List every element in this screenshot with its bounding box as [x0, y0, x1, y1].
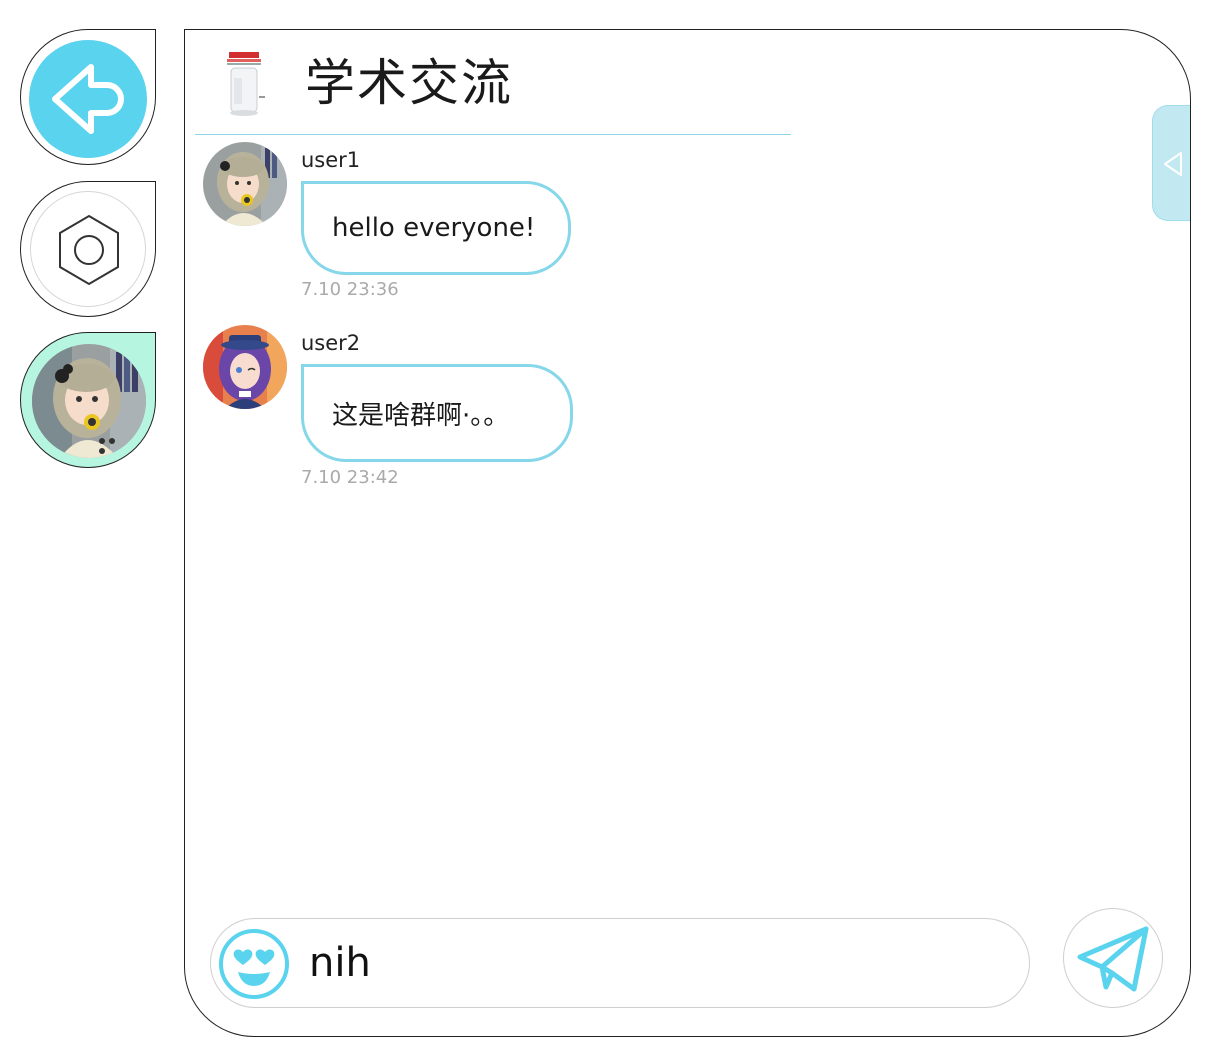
group-header: 学术交流 — [195, 30, 791, 135]
group-logo-image — [227, 52, 265, 116]
triangle-left-icon — [1164, 152, 1182, 176]
group-logo — [219, 52, 269, 118]
settings-button[interactable] — [20, 181, 156, 317]
message-bubble: hello everyone! — [301, 181, 571, 275]
send-button[interactable] — [1063, 908, 1163, 1008]
avatar[interactable] — [203, 142, 287, 226]
message-timestamp: 7.10 23:36 — [301, 279, 399, 300]
message-username: user2 — [301, 331, 361, 355]
chat-panel: 学术交流 user1 hello everyone! 7.10 23:36 us… — [184, 29, 1191, 1037]
side-panel-toggle[interactable] — [1152, 105, 1190, 221]
avatar[interactable] — [203, 325, 287, 409]
chat-app: 学术交流 user1 hello everyone! 7.10 23:36 us… — [0, 0, 1216, 1057]
avatar-image — [203, 142, 287, 226]
message-timestamp: 7.10 23:42 — [301, 467, 399, 488]
back-button[interactable] — [20, 29, 156, 165]
back-button-circle — [29, 40, 147, 158]
avatar — [32, 344, 146, 458]
hexagon-nut-icon — [59, 214, 119, 286]
group-title: 学术交流 — [305, 54, 513, 112]
message-bubble: 这是啥群啊·。。 — [301, 364, 573, 462]
message-username: user1 — [301, 148, 361, 172]
emoji-button[interactable] — [218, 928, 290, 1000]
settings-ring — [30, 191, 146, 307]
message-input[interactable] — [309, 933, 999, 993]
heart-eyes-emoji-icon — [219, 929, 289, 999]
avatar-image — [32, 344, 146, 458]
avatar-image — [203, 325, 287, 409]
profile-button[interactable] — [20, 332, 156, 468]
paper-plane-icon — [1077, 926, 1149, 992]
arrow-left-icon — [52, 64, 124, 134]
message-composer — [210, 918, 1030, 1008]
